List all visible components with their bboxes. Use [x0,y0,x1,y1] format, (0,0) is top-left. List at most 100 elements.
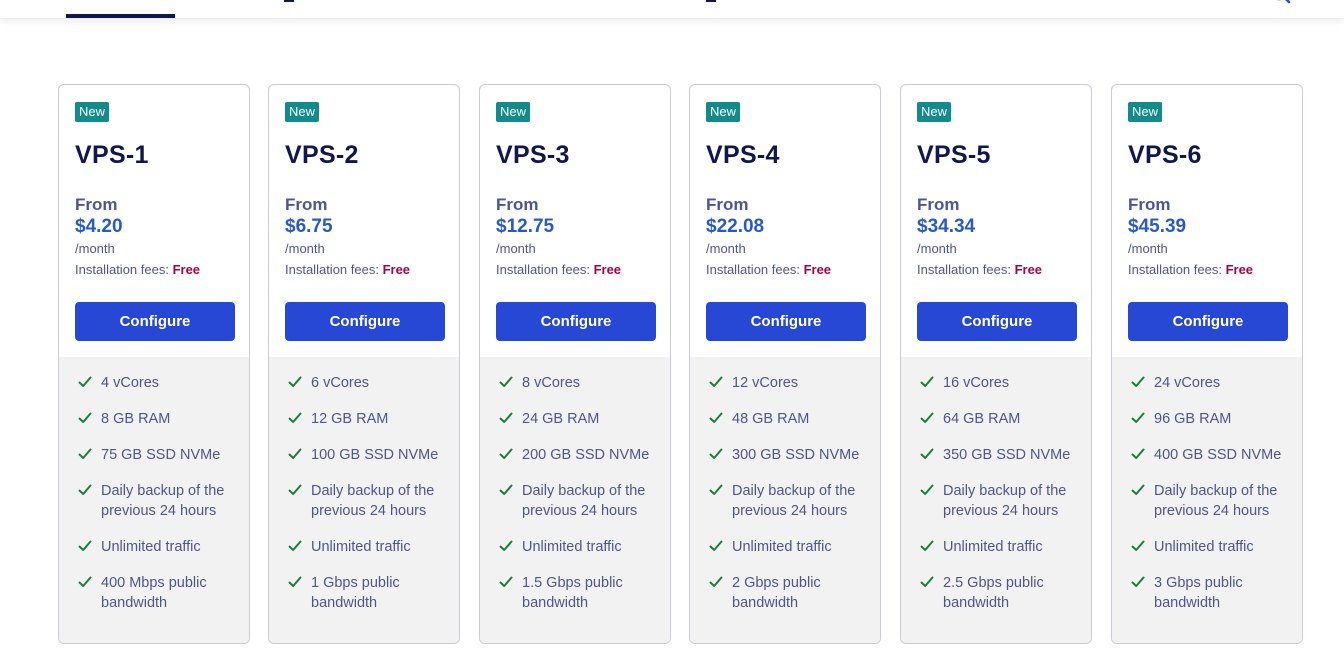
feature-text: 75 GB SSD NVMe [101,447,221,463]
new-badge: New [285,102,320,122]
check-icon [287,482,303,498]
configure-button[interactable]: Configure [706,302,866,341]
plan-card-vps-6: New VPS-6 From $45.39 /month Installatio… [1111,84,1303,644]
feature-item: 24 GB RAM [498,409,668,429]
feature-list: 12 vCores 48 GB RAM 300 GB SSD NVMe Daily b… [690,357,880,643]
feature-item: Daily backup of the previous 24 hours [77,481,247,521]
check-icon [1130,538,1146,554]
configure-button[interactable]: Configure [496,302,656,341]
from-label: From [917,195,960,214]
feature-item: 350 GB SSD NVMe [919,445,1089,465]
check-icon [287,410,303,426]
nav-item-fragment[interactable] [284,0,294,2]
nav-item-fragment[interactable] [706,0,716,2]
check-icon [919,410,935,426]
feature-item: 400 GB SSD NVMe [1130,445,1300,465]
feature-text: Daily backup of the previous 24 hours [732,483,856,519]
configure-button[interactable]: Configure [1128,302,1288,341]
check-icon [498,374,514,390]
price-period: /month [917,241,957,256]
plan-price: $22.08 [706,216,765,237]
new-badge: New [1128,102,1163,122]
installation-fees-label: Installation fees: [496,262,594,277]
feature-list: 8 vCores 24 GB RAM 200 GB SSD NVMe Daily ba… [480,357,670,643]
plan-name: VPS-2 [285,141,359,169]
installation-fees: Installation fees: Free [706,262,831,277]
feature-item: Unlimited traffic [1130,537,1300,557]
check-icon [287,574,303,590]
feature-item: 300 GB SSD NVMe [708,445,878,465]
price-period: /month [496,241,536,256]
check-icon [287,446,303,462]
check-icon [708,482,724,498]
plan-price: $6.75 [285,216,333,237]
feature-item: 6 vCores [287,373,457,393]
check-icon [919,574,935,590]
feature-text: Unlimited traffic [101,539,201,555]
feature-item: Unlimited traffic [919,537,1089,557]
feature-text: Unlimited traffic [522,539,622,555]
feature-item: 200 GB SSD NVMe [498,445,668,465]
feature-text: 400 GB SSD NVMe [1154,447,1282,463]
feature-item: 96 GB RAM [1130,409,1300,429]
installation-fees: Installation fees: Free [75,262,200,277]
feature-item: Daily backup of the previous 24 hours [708,481,878,521]
installation-fees-label: Installation fees: [1128,262,1226,277]
feature-item: 1 Gbps public bandwidth [287,573,457,613]
check-icon [1130,410,1146,426]
check-icon [77,538,93,554]
installation-fees-label: Installation fees: [917,262,1015,277]
feature-item: Daily backup of the previous 24 hours [1130,481,1300,521]
price-period: /month [1128,241,1168,256]
feature-item: 48 GB RAM [708,409,878,429]
check-icon [77,446,93,462]
from-label: From [285,195,328,214]
feature-text: 8 vCores [522,375,581,391]
configure-button[interactable]: Configure [75,302,235,341]
feature-item: 100 GB SSD NVMe [287,445,457,465]
feature-list: 4 vCores 8 GB RAM 75 GB SSD NVMe Daily back… [59,357,249,643]
active-nav-tab-indicator [66,14,175,18]
feature-item: 12 vCores [708,373,878,393]
feature-item: 24 vCores [1130,373,1300,393]
installation-fees-value: Free [1225,262,1254,277]
configure-button[interactable]: Configure [285,302,445,341]
check-icon [708,574,724,590]
feature-item: Daily backup of the previous 24 hours [498,481,668,521]
feature-item: 4 vCores [77,373,247,393]
feature-item: Unlimited traffic [498,537,668,557]
check-icon [919,538,935,554]
search-icon[interactable] [1268,0,1294,8]
plan-name: VPS-4 [706,141,780,169]
installation-fees-label: Installation fees: [285,262,383,277]
feature-text: Daily backup of the previous 24 hours [101,483,225,519]
new-badge: New [706,102,741,122]
configure-button[interactable]: Configure [917,302,1077,341]
feature-text: 350 GB SSD NVMe [943,447,1071,463]
feature-item: 2 Gbps public bandwidth [708,573,878,613]
feature-text: 1 Gbps public bandwidth [311,575,400,611]
check-icon [498,446,514,462]
installation-fees-value: Free [593,262,622,277]
check-icon [919,446,935,462]
check-icon [919,482,935,498]
from-label: From [75,195,118,214]
check-icon [708,538,724,554]
feature-text: 200 GB SSD NVMe [522,447,650,463]
installation-fees-value: Free [382,262,411,277]
price-period: /month [706,241,746,256]
feature-text: Daily backup of the previous 24 hours [1154,483,1278,519]
feature-item: 3 Gbps public bandwidth [1130,573,1300,613]
feature-text: 8 GB RAM [101,411,171,427]
feature-text: Daily backup of the previous 24 hours [943,483,1067,519]
from-label: From [496,195,539,214]
feature-item: 12 GB RAM [287,409,457,429]
check-icon [919,374,935,390]
check-icon [498,482,514,498]
check-icon [498,410,514,426]
check-icon [287,538,303,554]
feature-item: 8 vCores [498,373,668,393]
plan-card-vps-3: New VPS-3 From $12.75 /month Installatio… [479,84,671,644]
feature-text: 2 Gbps public bandwidth [732,575,821,611]
plan-price: $45.39 [1128,216,1187,237]
